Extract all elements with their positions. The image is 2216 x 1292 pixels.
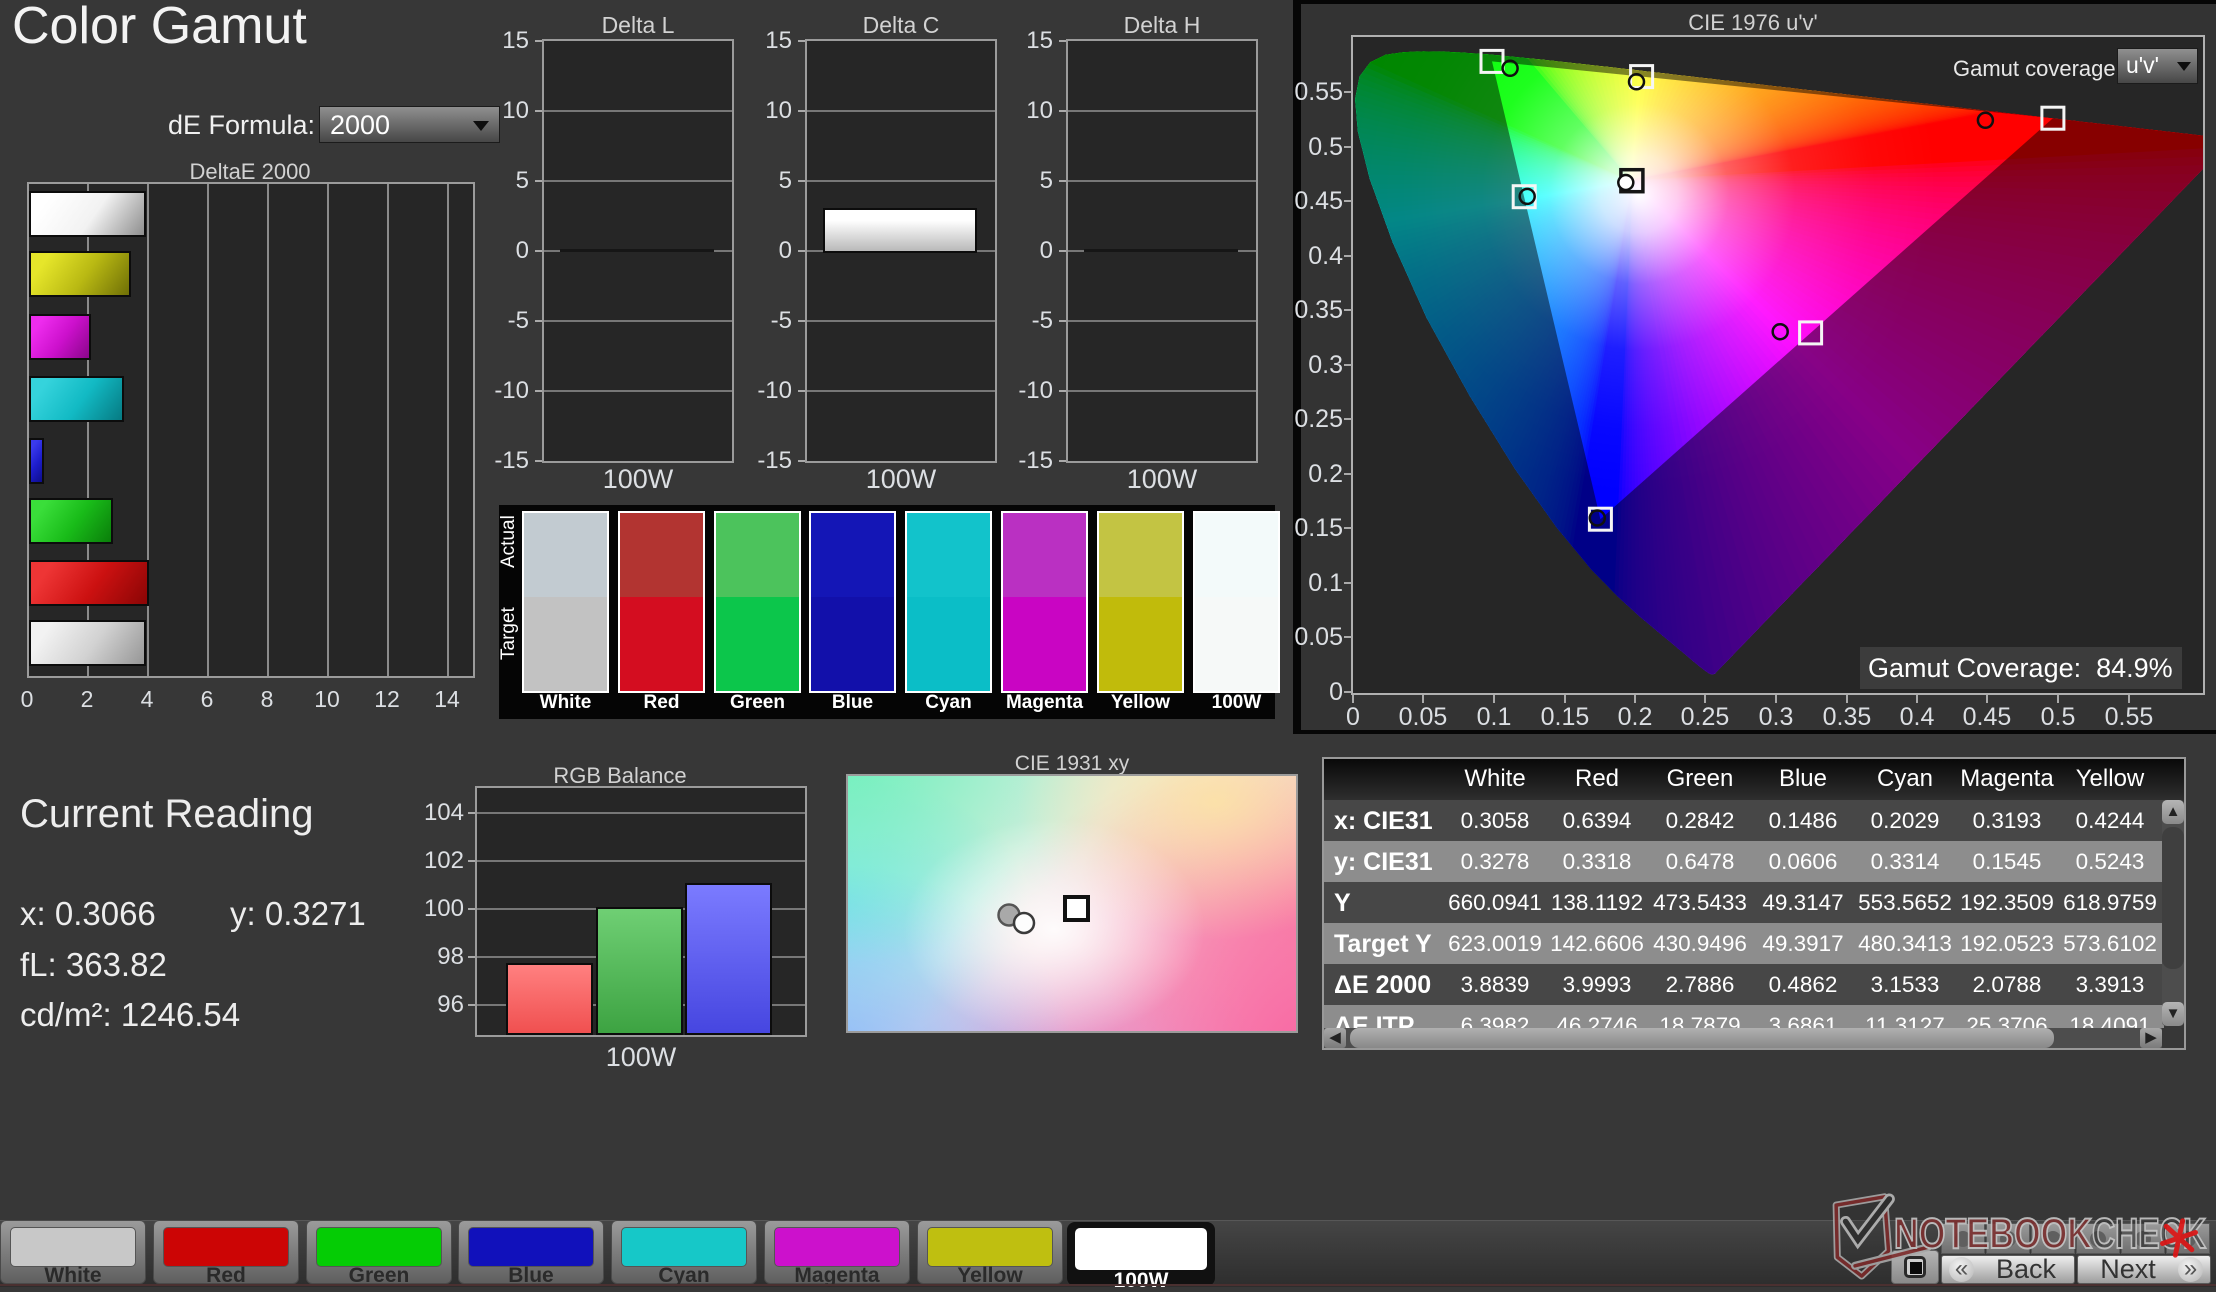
svg-text:NOTEBOOK: NOTEBOOK [1894,1210,2092,1258]
